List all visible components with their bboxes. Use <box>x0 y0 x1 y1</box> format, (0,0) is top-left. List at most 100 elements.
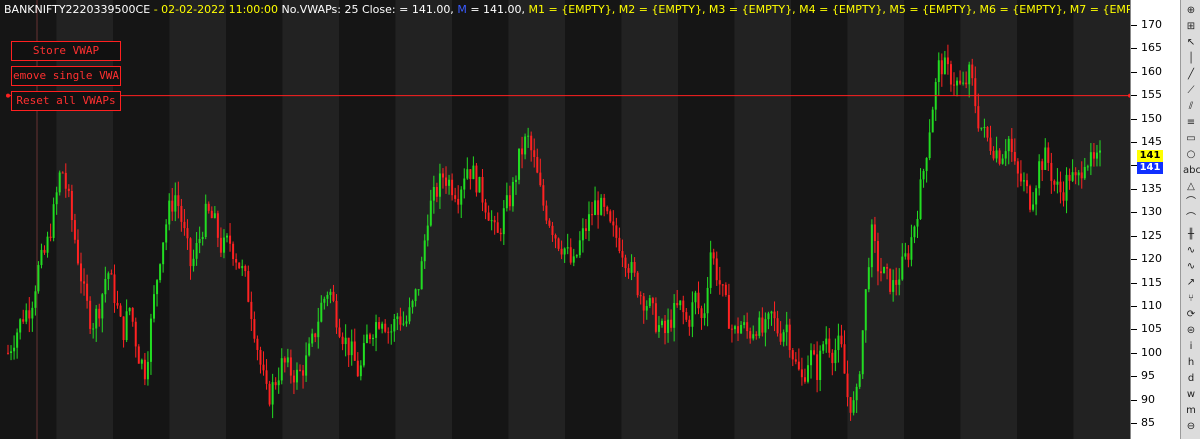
vwap-marker-label: M6 = {EMPTY}, <box>976 3 1067 16</box>
candle-body <box>80 263 83 282</box>
candle-body <box>219 237 222 253</box>
candle-body <box>733 326 736 330</box>
line-handle-left[interactable] <box>6 93 10 98</box>
candle-body <box>216 213 219 238</box>
vertical-line-icon[interactable]: │ <box>1183 52 1199 65</box>
candle-body <box>721 284 724 286</box>
zoom-in-icon[interactable]: ⊕ <box>1183 4 1199 17</box>
candle-body <box>1065 174 1068 201</box>
candle-body <box>372 337 375 340</box>
fib-timezone-icon[interactable]: ╫ <box>1183 228 1199 241</box>
m-icon[interactable]: m <box>1183 404 1199 417</box>
candle-body <box>137 346 140 364</box>
grid-icon[interactable]: ⊞ <box>1183 20 1199 33</box>
candle-body <box>180 205 183 222</box>
axis-tick <box>1131 329 1137 331</box>
arrow-icon[interactable]: ↗ <box>1183 276 1199 289</box>
candle-body <box>149 318 152 362</box>
axis-tick-label: 150 <box>1141 111 1162 125</box>
remove-single-vwap-button[interactable]: emove single VWA <box>11 66 121 86</box>
w-icon[interactable]: w <box>1183 388 1199 401</box>
wave-icon[interactable]: ∿ <box>1183 260 1199 273</box>
candle-body <box>226 235 229 238</box>
candle-body <box>350 341 353 356</box>
candle-body <box>901 256 904 280</box>
candle-body <box>393 319 396 332</box>
candle-body <box>983 127 986 129</box>
trendline-icon[interactable]: ╱ <box>1183 68 1199 81</box>
candle-body <box>128 307 131 312</box>
candle-body <box>365 334 368 344</box>
cycles-icon[interactable]: ∿ <box>1183 244 1199 257</box>
refresh-icon[interactable]: ⟳ <box>1183 308 1199 321</box>
candle-body <box>67 188 70 191</box>
candle-body <box>34 291 37 308</box>
candle-body <box>715 258 718 281</box>
candle-body <box>791 350 794 360</box>
arc-icon[interactable]: ⌒ <box>1183 196 1199 209</box>
candle-body <box>28 310 31 319</box>
price-axis[interactable]: 1701651601551501451401351301251201151101… <box>1130 0 1181 439</box>
candle-body <box>484 202 487 213</box>
candle-body <box>730 328 733 330</box>
candle-body <box>414 289 417 302</box>
candle-body <box>810 350 813 366</box>
h-icon[interactable]: h <box>1183 356 1199 369</box>
candle-body <box>280 358 283 381</box>
candle-body <box>110 273 113 275</box>
candle-body <box>192 258 195 267</box>
parallel-lines-icon[interactable]: ⫽ <box>1183 100 1199 113</box>
candle-body <box>292 375 295 383</box>
candle-body <box>116 303 119 306</box>
candle-body <box>697 292 700 309</box>
candle-body <box>654 303 657 332</box>
candle-body <box>195 243 198 259</box>
text-abc-icon[interactable]: abc <box>1183 164 1200 177</box>
axis-tick <box>1131 376 1137 378</box>
candle-body <box>46 236 49 253</box>
candle-body <box>904 253 907 257</box>
d-icon[interactable]: d <box>1183 372 1199 385</box>
candle-body <box>968 64 971 85</box>
info-icon[interactable]: i <box>1183 340 1199 353</box>
candle-body <box>1089 152 1092 167</box>
candle-body <box>977 106 980 129</box>
axis-tick <box>1131 141 1137 143</box>
axis-tick-label: 120 <box>1141 252 1162 266</box>
candle-body <box>198 238 201 244</box>
candle-body <box>417 289 420 291</box>
rectangle-icon[interactable]: ▭ <box>1183 132 1199 145</box>
reset-all-vwaps-button[interactable]: Reset all VWAPs <box>11 91 121 111</box>
candle-body <box>867 267 870 290</box>
vwap-marker-label: M1 = {EMPTY}, <box>528 3 616 16</box>
candle-body <box>58 172 61 193</box>
fibonacci-icon[interactable]: ≡ <box>1183 116 1199 129</box>
candle-body <box>1062 192 1065 201</box>
triangle-icon[interactable]: △ <box>1183 180 1199 193</box>
ellipse-icon[interactable]: ○ <box>1183 148 1199 161</box>
store-vwap-button[interactable]: Store VWAP <box>11 41 121 61</box>
chart-pane[interactable]: BANKNIFTY2220339500CE - 02-02-2022 11:00… <box>0 0 1130 439</box>
candle-body <box>636 272 639 296</box>
candle-body <box>898 279 901 285</box>
candle-body <box>1044 147 1047 170</box>
candle-body <box>743 322 746 325</box>
candle-body <box>1095 152 1098 159</box>
candle-body <box>578 240 581 256</box>
arc2-icon[interactable]: ⌒ <box>1183 212 1199 225</box>
price-chart[interactable] <box>0 0 1130 439</box>
ray-icon[interactable]: ⟋ <box>1183 84 1199 97</box>
zoom-out-icon[interactable]: ⊖ <box>1183 420 1199 433</box>
magnet-icon[interactable]: ⊜ <box>1183 324 1199 337</box>
candle-body <box>83 281 86 284</box>
candle-body <box>746 322 749 332</box>
candle-body <box>566 247 569 249</box>
cursor-icon[interactable]: ↖ <box>1183 36 1199 49</box>
pitchfork-icon[interactable]: ⑂ <box>1183 292 1199 305</box>
candle-body <box>597 200 600 215</box>
candle-body <box>922 171 925 180</box>
candle-body <box>1029 186 1032 210</box>
candle-body <box>10 351 13 354</box>
candle-body <box>925 158 928 172</box>
candle-body <box>70 190 73 221</box>
